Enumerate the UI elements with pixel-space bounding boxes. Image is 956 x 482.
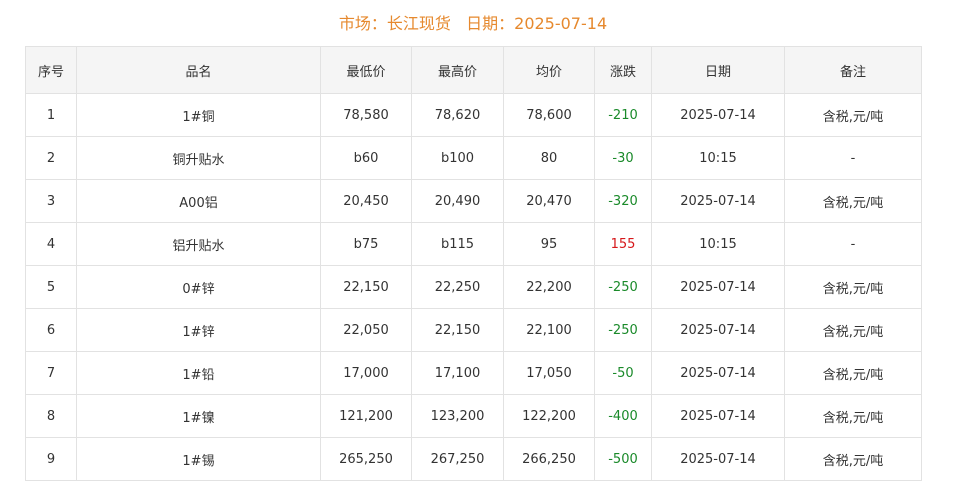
cell-name: 铝升贴水 [76, 222, 321, 266]
table-row: 9 1#锡 265,250 267,250 266,250 -500 2025-07-14 含… [25, 437, 922, 481]
cell-name: 1#镍 [76, 394, 321, 438]
cell-avg-price: 95 [503, 222, 595, 266]
cell-date: 10:15 [651, 222, 785, 266]
column-header-low: 最低价 [320, 46, 412, 94]
cell-high-price: 267,250 [411, 437, 504, 481]
cell-index: 7 [25, 351, 77, 395]
column-header-index: 序号 [25, 46, 77, 94]
cell-date: 2025-07-14 [651, 179, 785, 223]
cell-index: 3 [25, 179, 77, 223]
cell-note: 含税,元/吨 [784, 351, 922, 395]
page-title: 市场：长江现货 日期：2025-07-14 [338, 14, 608, 33]
cell-date: 2025-07-14 [651, 265, 785, 309]
column-header-note: 备注 [784, 46, 922, 94]
cell-index: 8 [25, 394, 77, 438]
cell-change: -50 [594, 351, 652, 395]
cell-index: 4 [25, 222, 77, 266]
cell-low-price: b75 [320, 222, 412, 266]
cell-index: 1 [25, 93, 77, 137]
table-row: 6 1#锌 22,050 22,150 22,100 -250 2025-07-14 含税,元… [25, 308, 922, 352]
cell-note: 含税,元/吨 [784, 93, 922, 137]
cell-note: 含税,元/吨 [784, 265, 922, 309]
cell-date: 2025-07-14 [651, 437, 785, 481]
cell-avg-price: 266,250 [503, 437, 595, 481]
cell-name: 1#锡 [76, 437, 321, 481]
cell-change: -210 [594, 93, 652, 137]
cell-low-price: 22,050 [320, 308, 412, 352]
column-header-change: 涨跌 [594, 46, 652, 94]
cell-low-price: b60 [320, 136, 412, 180]
cell-high-price: 123,200 [411, 394, 504, 438]
cell-change: -250 [594, 265, 652, 309]
cell-high-price: 22,150 [411, 308, 504, 352]
column-header-high: 最高价 [411, 46, 504, 94]
cell-name: A00铝 [76, 179, 321, 223]
cell-note: - [784, 222, 922, 266]
cell-change: 155 [594, 222, 652, 266]
cell-high-price: b100 [411, 136, 504, 180]
cell-low-price: 265,250 [320, 437, 412, 481]
cell-index: 6 [25, 308, 77, 352]
cell-change: -250 [594, 308, 652, 352]
cell-avg-price: 17,050 [503, 351, 595, 395]
cell-high-price: 20,490 [411, 179, 504, 223]
table-row: 5 0#锌 22,150 22,250 22,200 -250 2025-07-14 含税,元… [25, 265, 922, 309]
header-row: 序号 品名 最低价 最高价 均价 涨跌 日期 备注 [25, 46, 922, 94]
cell-date: 2025-07-14 [651, 93, 785, 137]
price-table: 序号 品名 最低价 最高价 均价 涨跌 日期 备注 1 1#铜 78,580 78,6… [25, 46, 922, 481]
cell-avg-price: 22,100 [503, 308, 595, 352]
cell-low-price: 121,200 [320, 394, 412, 438]
cell-avg-price: 80 [503, 136, 595, 180]
cell-index: 2 [25, 136, 77, 180]
cell-date: 2025-07-14 [651, 308, 785, 352]
cell-name: 0#锌 [76, 265, 321, 309]
cell-low-price: 20,450 [320, 179, 412, 223]
cell-change: -500 [594, 437, 652, 481]
cell-low-price: 78,580 [320, 93, 412, 137]
cell-high-price: 22,250 [411, 265, 504, 309]
cell-avg-price: 20,470 [503, 179, 595, 223]
cell-index: 5 [25, 265, 77, 309]
cell-date: 2025-07-14 [651, 351, 785, 395]
cell-low-price: 17,000 [320, 351, 412, 395]
cell-name: 铜升贴水 [76, 136, 321, 180]
table-header: 序号 品名 最低价 最高价 均价 涨跌 日期 备注 [25, 46, 922, 94]
cell-avg-price: 122,200 [503, 394, 595, 438]
cell-name: 1#锌 [76, 308, 321, 352]
cell-note: 含税,元/吨 [784, 179, 922, 223]
cell-change: -30 [594, 136, 652, 180]
table-body: 1 1#铜 78,580 78,620 78,600 -210 2025-07-14 含税,元… [25, 93, 922, 481]
table-row: 3 A00铝 20,450 20,490 20,470 -320 2025-07-14 含税,… [25, 179, 922, 223]
cell-high-price: b115 [411, 222, 504, 266]
cell-index: 9 [25, 437, 77, 481]
cell-avg-price: 78,600 [503, 93, 595, 137]
cell-change: -320 [594, 179, 652, 223]
column-header-avg: 均价 [503, 46, 595, 94]
cell-name: 1#铅 [76, 351, 321, 395]
cell-name: 1#铜 [76, 93, 321, 137]
cell-note: - [784, 136, 922, 180]
cell-note: 含税,元/吨 [784, 437, 922, 481]
cell-note: 含税,元/吨 [784, 394, 922, 438]
cell-change: -400 [594, 394, 652, 438]
cell-high-price: 17,100 [411, 351, 504, 395]
cell-avg-price: 22,200 [503, 265, 595, 309]
table-row: 1 1#铜 78,580 78,620 78,600 -210 2025-07-14 含税,元… [25, 93, 922, 137]
cell-date: 10:15 [651, 136, 785, 180]
cell-low-price: 22,150 [320, 265, 412, 309]
cell-date: 2025-07-14 [651, 394, 785, 438]
column-header-date: 日期 [651, 46, 785, 94]
cell-note: 含税,元/吨 [784, 308, 922, 352]
price-page: 市场：长江现货 日期：2025-07-14 序号 品名 最低价 最高价 均价 涨… [0, 0, 956, 482]
table-row: 7 1#铅 17,000 17,100 17,050 -50 2025-07-14 含税,元/… [25, 351, 922, 395]
table-row: 4 铝升贴水 b75 b115 95 155 10:15- [25, 222, 922, 266]
table-row: 2 铜升贴水 b60 b100 80 -30 10:15- [25, 136, 922, 180]
table-row: 8 1#镍 121,200 123,200 122,200 -400 2025-07-14 含… [25, 394, 922, 438]
cell-high-price: 78,620 [411, 93, 504, 137]
column-header-name: 品名 [76, 46, 321, 94]
